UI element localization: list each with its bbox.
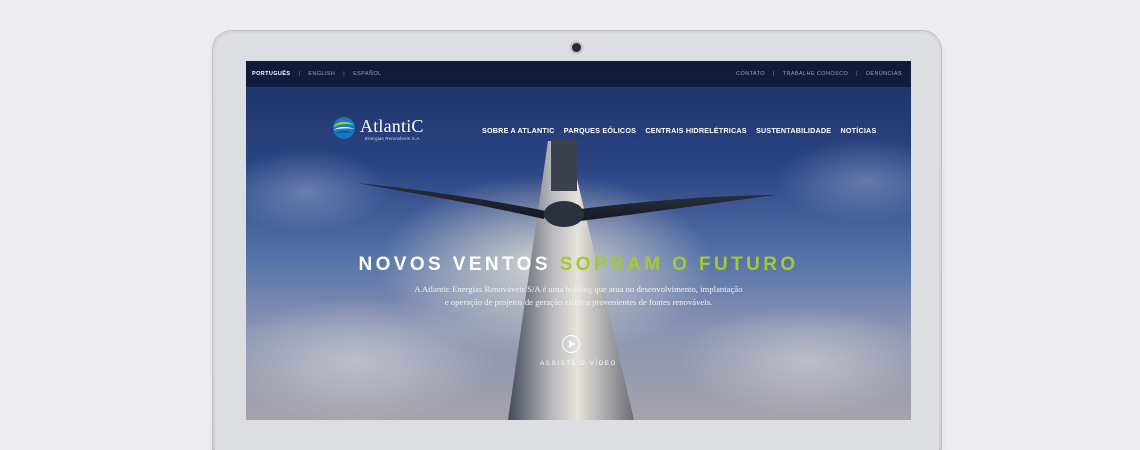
atlantic-logo[interactable]: AtlantiC Energias Renováveis S.A. — [332, 113, 442, 143]
lang-portugues[interactable]: PORTUGUÊS — [252, 71, 290, 77]
turbine-blade-right — [580, 195, 776, 221]
hero-description: A Atlantic Energias Renováveis S/A é uma… — [246, 283, 911, 309]
logo-subtitle: Energias Renováveis S.A. — [365, 136, 421, 141]
language-selector: PORTUGUÊS | ENGLISH | ESPAÑOL — [252, 71, 382, 77]
turbine-nacelle — [551, 139, 577, 191]
description-line-2: e operação de projetos de geração elétri… — [444, 297, 713, 307]
nav-sustentabilidade[interactable]: SUSTENTABILIDADE — [756, 126, 831, 135]
link-trabalhe-conosco[interactable]: TRABALHE CONOSCO — [783, 71, 848, 77]
play-icon[interactable] — [562, 335, 580, 353]
logo-wordmark: AtlantiC — [360, 116, 424, 136]
hero-headline: NOVOS VENTOS SOPRAM O FUTURO — [246, 254, 911, 276]
nav-centrais-hidreletricas[interactable]: CENTRAIS HIDRELÉTRICAS — [645, 126, 746, 135]
link-contato[interactable]: CONTATO — [736, 71, 765, 77]
nav-sobre-a-atlantic[interactable]: SOBRE A ATLANTIC — [482, 126, 555, 135]
headline-white: NOVOS VENTOS — [358, 254, 551, 275]
main-navigation: SOBRE A ATLANTIC PARQUES EÓLICOS CENTRAI… — [482, 126, 883, 135]
watch-video-link[interactable]: ASSISTA O VÍDEO — [246, 360, 911, 367]
camera-icon — [572, 43, 581, 52]
website-screen: PORTUGUÊS | ENGLISH | ESPAÑOL CONTATO | TRABAL… — [246, 61, 911, 420]
description-line-1: A Atlantic Energias Renováveis S/A é uma… — [414, 284, 743, 294]
top-utility-bar: PORTUGUÊS | ENGLISH | ESPAÑOL CONTATO | TRABAL… — [246, 61, 911, 88]
lang-espanol[interactable]: ESPAÑOL — [353, 71, 381, 77]
atlantic-logo-icon — [333, 117, 355, 139]
turbine-hub — [544, 201, 584, 227]
headline-accent: SOPRAM O FUTURO — [559, 254, 799, 275]
nav-noticias[interactable]: NOTÍCIAS — [841, 126, 877, 135]
lang-english[interactable]: ENGLISH — [308, 71, 335, 77]
nav-parques-eolicos[interactable]: PARQUES EÓLICOS — [564, 126, 636, 135]
turbine-blade-left — [358, 183, 546, 219]
utility-links: CONTATO | TRABALHE CONOSCO | DENÚNCIAS — [736, 71, 902, 77]
link-denuncias[interactable]: DENÚNCIAS — [866, 71, 902, 77]
